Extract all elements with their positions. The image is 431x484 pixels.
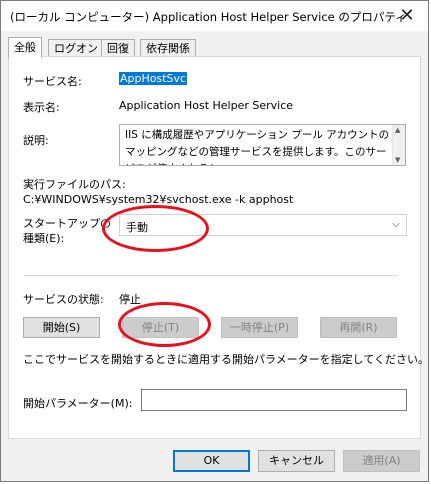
pause-button[interactable]: 一時停止(P): [221, 317, 298, 338]
params-hint: ここでサービスを開始するときに適用する開始パラメーターを指定してください。: [23, 353, 430, 366]
scroll-up-icon[interactable]: ▲: [395, 126, 400, 134]
params-label: 開始パラメーター(M):: [23, 397, 133, 410]
close-icon[interactable]: ✕: [396, 5, 418, 27]
chevron-down-icon[interactable]: ⌵: [392, 219, 400, 230]
resume-button[interactable]: 再開(R): [320, 317, 397, 338]
startup-type-select[interactable]: 手動 ⌵: [119, 214, 407, 236]
stop-button[interactable]: 停止(T): [122, 317, 199, 338]
exec-path-label: 実行ファイルのパス:: [23, 178, 126, 191]
description-text: IIS に構成履歴やアプリケーション プール アカウントのマッピングなどの管理サ…: [125, 129, 390, 165]
params-input[interactable]: [141, 389, 407, 411]
service-name-value[interactable]: AppHostSvc: [119, 72, 188, 85]
status-label: サービスの状態:: [23, 293, 104, 306]
window-title: (ローカル コンピューター) Application Host Helper S…: [10, 10, 407, 24]
scroll-down-icon[interactable]: ▼: [395, 156, 400, 164]
tab-logon[interactable]: ログオン: [48, 39, 104, 57]
description-scrollbar[interactable]: ▲ ▼: [392, 125, 405, 165]
apply-button[interactable]: 適用(A): [343, 450, 420, 472]
startup-type-value: 手動: [126, 221, 148, 234]
title-bar: (ローカル コンピューター) Application Host Helper S…: [1, 1, 428, 31]
display-name-value[interactable]: Application Host Helper Service: [119, 99, 293, 112]
status-value: 停止: [119, 293, 141, 306]
ok-button[interactable]: OK: [173, 450, 250, 472]
tab-dependencies[interactable]: 依存関係: [140, 39, 196, 57]
properties-dialog: (ローカル コンピューター) Application Host Helper S…: [0, 0, 429, 482]
divider: [24, 275, 398, 276]
description-box[interactable]: IIS に構成履歴やアプリケーション プール アカウントのマッピングなどの管理サ…: [119, 124, 406, 166]
service-name-label: サービス名:: [23, 75, 82, 88]
startup-type-label-2: 種類(E):: [23, 232, 65, 245]
cancel-button[interactable]: キャンセル: [258, 450, 335, 472]
description-label: 説明:: [23, 134, 49, 147]
tab-recovery[interactable]: 回復: [101, 39, 135, 57]
start-button[interactable]: 開始(S): [23, 317, 100, 338]
general-panel: サービス名: AppHostSvc 表示名: Application Host …: [8, 56, 429, 439]
startup-type-label: スタートアップの: [23, 217, 111, 230]
display-name-label: 表示名:: [23, 101, 60, 114]
tab-general[interactable]: 全般: [8, 37, 42, 58]
exec-path-value[interactable]: C:¥WINDOWS¥system32¥svchost.exe -k appho…: [23, 193, 293, 206]
